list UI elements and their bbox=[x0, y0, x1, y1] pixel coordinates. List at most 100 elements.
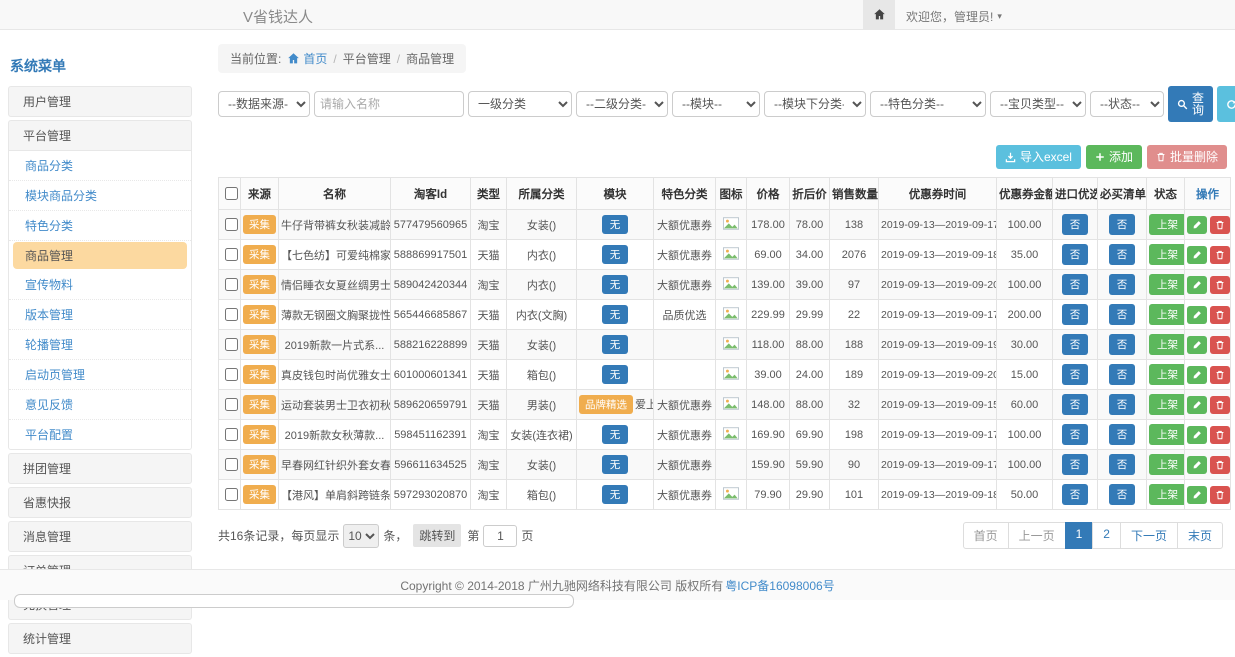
row-checkbox[interactable] bbox=[225, 458, 238, 471]
sidebar-item[interactable]: 商品分类 bbox=[9, 151, 191, 181]
sidebar-group[interactable]: 用户管理 bbox=[9, 87, 191, 116]
status-button[interactable]: 上架 bbox=[1149, 304, 1185, 325]
home-shortcut[interactable] bbox=[863, 0, 895, 29]
user-menu[interactable]: 欢迎您，管理员! ▾ bbox=[906, 8, 1002, 25]
row-checkbox[interactable] bbox=[225, 248, 238, 261]
sidebar-item[interactable]: 版本管理 bbox=[9, 300, 191, 330]
status-button[interactable]: 上架 bbox=[1149, 364, 1185, 385]
status-button[interactable]: 上架 bbox=[1149, 334, 1185, 355]
import-select-toggle[interactable]: 否 bbox=[1062, 454, 1089, 475]
module-select[interactable]: --模块-- bbox=[672, 91, 760, 117]
must-buy-toggle[interactable]: 否 bbox=[1109, 304, 1136, 325]
page-button[interactable]: 首页 bbox=[963, 522, 1009, 549]
import-excel-button[interactable]: 导入excel bbox=[996, 145, 1081, 169]
sidebar-item[interactable]: 商品管理 bbox=[13, 242, 187, 269]
import-select-toggle[interactable]: 否 bbox=[1062, 274, 1089, 295]
must-buy-toggle[interactable]: 否 bbox=[1109, 424, 1136, 445]
row-checkbox[interactable] bbox=[225, 428, 238, 441]
edit-button[interactable] bbox=[1187, 456, 1207, 474]
delete-button[interactable] bbox=[1210, 336, 1230, 354]
page-button[interactable]: 末页 bbox=[1177, 522, 1223, 549]
page-button[interactable]: 2 bbox=[1092, 522, 1121, 549]
import-select-toggle[interactable]: 否 bbox=[1062, 334, 1089, 355]
status-button[interactable]: 上架 bbox=[1149, 214, 1185, 235]
batch-delete-button[interactable]: 批量删除 bbox=[1147, 145, 1227, 169]
must-buy-toggle[interactable]: 否 bbox=[1109, 334, 1136, 355]
import-select-toggle[interactable]: 否 bbox=[1062, 364, 1089, 385]
edit-button[interactable] bbox=[1187, 486, 1207, 504]
sidebar-group[interactable]: 消息管理 bbox=[9, 522, 191, 551]
page-button[interactable]: 上一页 bbox=[1008, 522, 1066, 549]
edit-button[interactable] bbox=[1187, 426, 1207, 444]
jump-to-label[interactable]: 跳转到 bbox=[413, 524, 461, 547]
page-button[interactable]: 下一页 bbox=[1120, 522, 1178, 549]
delete-button[interactable] bbox=[1210, 276, 1230, 294]
row-checkbox[interactable] bbox=[225, 218, 238, 231]
status-button[interactable]: 上架 bbox=[1149, 484, 1185, 505]
delete-button[interactable] bbox=[1210, 246, 1230, 264]
icp-link[interactable]: 粤ICP备16098006号 bbox=[725, 577, 834, 594]
import-select-toggle[interactable]: 否 bbox=[1062, 304, 1089, 325]
sidebar-group[interactable]: 省惠快报 bbox=[9, 488, 191, 517]
status-select[interactable]: --状态-- bbox=[1090, 91, 1164, 117]
must-buy-toggle[interactable]: 否 bbox=[1109, 484, 1136, 505]
page-jump-input[interactable] bbox=[483, 525, 517, 547]
must-buy-toggle[interactable]: 否 bbox=[1109, 214, 1136, 235]
row-checkbox[interactable] bbox=[225, 368, 238, 381]
data-source-select[interactable]: --数据来源-- bbox=[218, 91, 310, 117]
sidebar-item[interactable]: 启动页管理 bbox=[9, 360, 191, 390]
row-checkbox[interactable] bbox=[225, 398, 238, 411]
delete-button[interactable] bbox=[1210, 396, 1230, 414]
sidebar-item[interactable]: 平台配置 bbox=[9, 420, 191, 449]
row-checkbox[interactable] bbox=[225, 308, 238, 321]
feature-category-select[interactable]: --特色分类-- bbox=[870, 91, 986, 117]
edit-button[interactable] bbox=[1187, 246, 1207, 264]
sidebar-item[interactable]: 特色分类 bbox=[9, 211, 191, 241]
name-input[interactable] bbox=[314, 91, 464, 117]
select-all-checkbox[interactable] bbox=[225, 187, 238, 200]
sidebar-group[interactable]: 拼团管理 bbox=[9, 454, 191, 483]
sidebar-item[interactable]: 宣传物料 bbox=[9, 270, 191, 300]
must-buy-toggle[interactable]: 否 bbox=[1109, 244, 1136, 265]
edit-button[interactable] bbox=[1187, 276, 1207, 294]
row-checkbox[interactable] bbox=[225, 278, 238, 291]
edit-button[interactable] bbox=[1187, 216, 1207, 234]
edit-button[interactable] bbox=[1187, 366, 1207, 384]
status-button[interactable]: 上架 bbox=[1149, 244, 1185, 265]
search-button[interactable]: 查询 bbox=[1168, 86, 1213, 122]
status-button[interactable]: 上架 bbox=[1149, 454, 1185, 475]
item-type-select[interactable]: --宝贝类型-- bbox=[990, 91, 1086, 117]
status-button[interactable]: 上架 bbox=[1149, 424, 1185, 445]
add-button[interactable]: 添加 bbox=[1086, 145, 1142, 169]
page-button[interactable]: 1 bbox=[1065, 522, 1094, 549]
sidebar-item[interactable]: 轮播管理 bbox=[9, 330, 191, 360]
must-buy-toggle[interactable]: 否 bbox=[1109, 364, 1136, 385]
import-select-toggle[interactable]: 否 bbox=[1062, 214, 1089, 235]
sidebar-group[interactable]: 统计管理 bbox=[9, 624, 191, 653]
must-buy-toggle[interactable]: 否 bbox=[1109, 454, 1136, 475]
delete-button[interactable] bbox=[1210, 366, 1230, 384]
breadcrumb-home-link[interactable]: 首页 bbox=[287, 50, 327, 67]
import-select-toggle[interactable]: 否 bbox=[1062, 424, 1089, 445]
level1-category-select[interactable]: 一级分类 bbox=[468, 91, 572, 117]
sidebar-item[interactable]: 模块商品分类 bbox=[9, 181, 191, 211]
must-buy-toggle[interactable]: 否 bbox=[1109, 394, 1136, 415]
sidebar-item[interactable]: 意见反馈 bbox=[9, 390, 191, 420]
edit-button[interactable] bbox=[1187, 396, 1207, 414]
must-buy-toggle[interactable]: 否 bbox=[1109, 274, 1136, 295]
import-select-toggle[interactable]: 否 bbox=[1062, 244, 1089, 265]
import-select-toggle[interactable]: 否 bbox=[1062, 394, 1089, 415]
status-button[interactable]: 上架 bbox=[1149, 274, 1185, 295]
per-page-select[interactable]: 10 bbox=[343, 524, 379, 548]
import-select-toggle[interactable]: 否 bbox=[1062, 484, 1089, 505]
edit-button[interactable] bbox=[1187, 306, 1207, 324]
module-subcategory-select[interactable]: --模块下分类-- bbox=[764, 91, 866, 117]
delete-button[interactable] bbox=[1210, 456, 1230, 474]
status-button[interactable]: 上架 bbox=[1149, 394, 1185, 415]
delete-button[interactable] bbox=[1210, 306, 1230, 324]
reset-button[interactable]: 重置 bbox=[1217, 86, 1235, 122]
sidebar-group[interactable]: 平台管理 bbox=[9, 121, 191, 150]
breadcrumb-item[interactable]: 平台管理 bbox=[343, 50, 391, 67]
row-checkbox[interactable] bbox=[225, 338, 238, 351]
delete-button[interactable] bbox=[1210, 426, 1230, 444]
